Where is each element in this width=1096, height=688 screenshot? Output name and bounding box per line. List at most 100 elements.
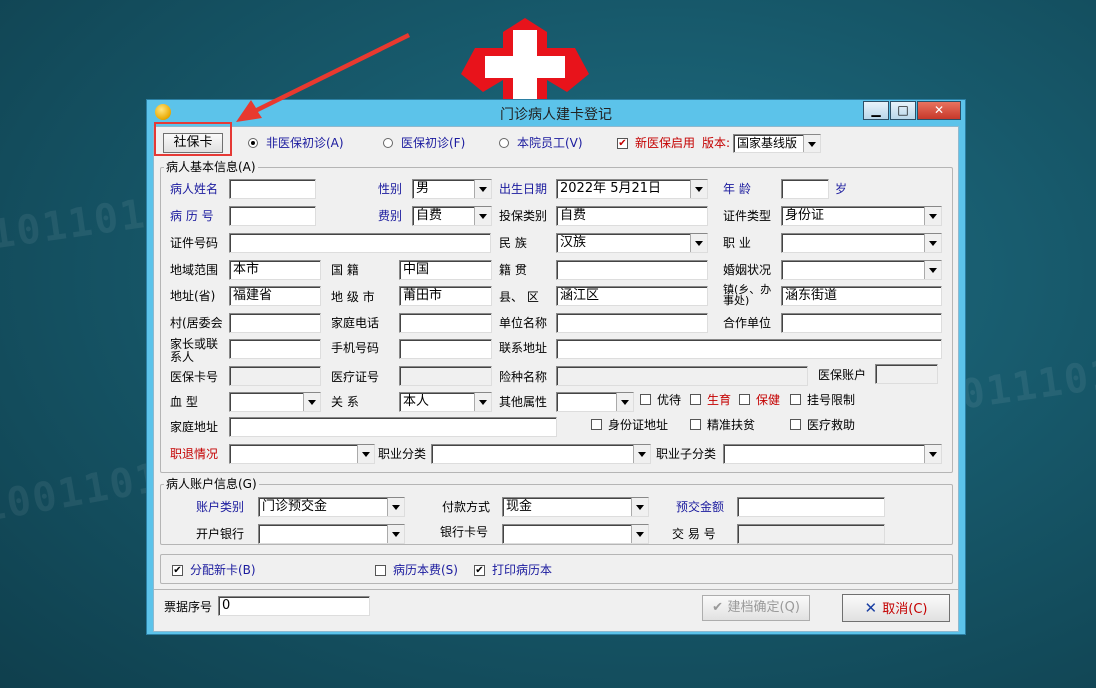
medical-certificate-label: 医疗证号 [331,370,380,384]
registration-limit-checkbox[interactable] [790,394,801,405]
nationality-input[interactable]: 中国 [399,260,492,280]
other-attribute-label: 其他属性 [499,395,548,409]
region-input[interactable]: 本市 [229,260,321,280]
partner-unit-input[interactable] [781,313,942,333]
id-address-checkbox[interactable] [591,419,602,430]
birth-label: 出生日期 [499,182,548,196]
assign-card-checkbox[interactable]: ✔ [172,565,183,576]
new-insurance-checkbox[interactable]: ✔ [617,138,628,149]
id-number-input[interactable] [229,233,491,253]
poverty-relief-checkbox[interactable] [690,419,701,430]
insurance-category-input[interactable]: 自费 [556,206,708,226]
id-address-label[interactable]: 身份证地址 [608,418,668,432]
job-subcategory-select[interactable] [723,444,942,464]
job-category-label: 职业分类 [378,447,427,461]
occupation-select[interactable] [781,233,942,253]
prepay-amount-input[interactable] [737,497,885,517]
options-group [160,554,953,584]
bank-select[interactable] [258,524,405,544]
guardian-input[interactable] [229,339,321,359]
contact-address-input[interactable] [556,339,942,359]
priority-checkbox[interactable] [640,394,651,405]
province-label: 地址(省) [170,289,216,303]
priority-label[interactable]: 优待 [657,393,681,407]
home-address-input[interactable] [229,417,557,437]
record-number-input[interactable] [229,206,316,226]
insurance-account-input[interactable] [875,364,938,384]
account-type-label: 账户类别 [196,500,245,514]
ethnicity-select[interactable]: 汉族 [556,233,708,253]
record-fee-checkbox[interactable] [375,565,386,576]
print-record-checkbox[interactable]: ✔ [474,565,485,576]
birth-date-picker[interactable]: 2022年 5月21日 [556,179,708,199]
guardian-label-line2: 系人 [170,350,195,364]
assign-card-label[interactable]: 分配新卡(B) [190,563,256,577]
insurance-name-input[interactable] [556,366,808,386]
transaction-number-input[interactable] [737,524,885,544]
retirement-status-select[interactable] [229,444,375,464]
radio-staff[interactable] [499,138,509,148]
bank-label: 开户银行 [196,527,245,541]
radio-non-insured[interactable] [248,138,258,148]
medical-certificate-input[interactable] [399,366,492,386]
version-select[interactable]: 国家基线版 [733,134,821,153]
health-care-checkbox[interactable] [739,394,750,405]
county-input[interactable]: 涵江区 [556,286,708,306]
print-record-label[interactable]: 打印病历本 [492,563,552,577]
insurance-card-input[interactable] [229,366,321,386]
blood-type-select[interactable] [229,392,321,412]
bank-card-select[interactable] [502,524,649,544]
maternity-label[interactable]: 生育 [707,393,731,407]
medical-aid-label[interactable]: 医疗救助 [807,418,855,432]
province-input[interactable]: 福建省 [229,286,321,306]
radio-insured[interactable] [383,138,393,148]
account-type-select[interactable]: 门诊预交金 [258,497,405,517]
cancel-x-icon: ✕ [864,599,883,617]
registration-limit-label[interactable]: 挂号限制 [807,393,855,407]
id-type-select[interactable]: 身份证 [781,206,942,226]
gender-select[interactable]: 男 [412,179,492,199]
cancel-button[interactable]: ✕ 取消(C) [842,594,950,622]
receipt-number-input[interactable]: 0 [218,596,370,616]
background-binary-text: 1001101 [0,454,166,532]
radio-non-insured-label[interactable]: 非医保初诊(A) [266,136,344,150]
native-place-label: 籍 贯 [499,263,527,277]
close-button[interactable]: ✕ [917,101,961,120]
other-attribute-select[interactable] [556,392,634,412]
highlight-box [154,122,232,156]
employer-input[interactable] [556,313,708,333]
city-input[interactable]: 莆田市 [399,286,492,306]
home-address-label: 家庭地址 [170,420,219,434]
version-label: 版本: [702,136,731,150]
receipt-number-label: 票据序号 [164,600,213,614]
confirm-button[interactable]: ✔ 建档确定(Q) [702,595,810,621]
radio-insured-label[interactable]: 医保初诊(F) [401,136,465,150]
minimize-button[interactable]: ▁ [863,101,889,120]
mobile-input[interactable] [399,339,492,359]
poverty-relief-label[interactable]: 精准扶贫 [707,418,755,432]
town-input[interactable]: 涵东街道 [781,286,942,306]
radio-staff-label[interactable]: 本院员工(V) [517,136,583,150]
payment-method-select[interactable]: 现金 [502,497,649,517]
gender-label: 性别 [378,182,403,196]
medical-aid-checkbox[interactable] [790,419,801,430]
bank-card-label: 银行卡号 [440,525,489,539]
title-bar[interactable]: 门诊病人建卡登记 ▁ □ ✕ [147,100,965,124]
job-category-select[interactable] [431,444,651,464]
maternity-checkbox[interactable] [690,394,701,405]
new-insurance-label[interactable]: 新医保启用 [635,136,695,150]
native-place-input[interactable] [556,260,708,280]
id-number-label: 证件号码 [170,236,219,250]
name-input[interactable] [229,179,316,199]
window-title: 门诊病人建卡登记 [500,107,612,123]
fee-type-select[interactable]: 自费 [412,206,492,226]
record-fee-label[interactable]: 病历本费(S) [393,563,458,577]
home-phone-input[interactable] [399,313,492,333]
health-care-label[interactable]: 保健 [756,393,780,407]
maximize-button[interactable]: □ [890,101,916,120]
village-input[interactable] [229,313,321,333]
age-input[interactable] [781,179,829,199]
age-unit: 岁 [835,182,848,196]
relation-select[interactable]: 本人 [399,392,492,412]
marital-status-select[interactable] [781,260,942,280]
